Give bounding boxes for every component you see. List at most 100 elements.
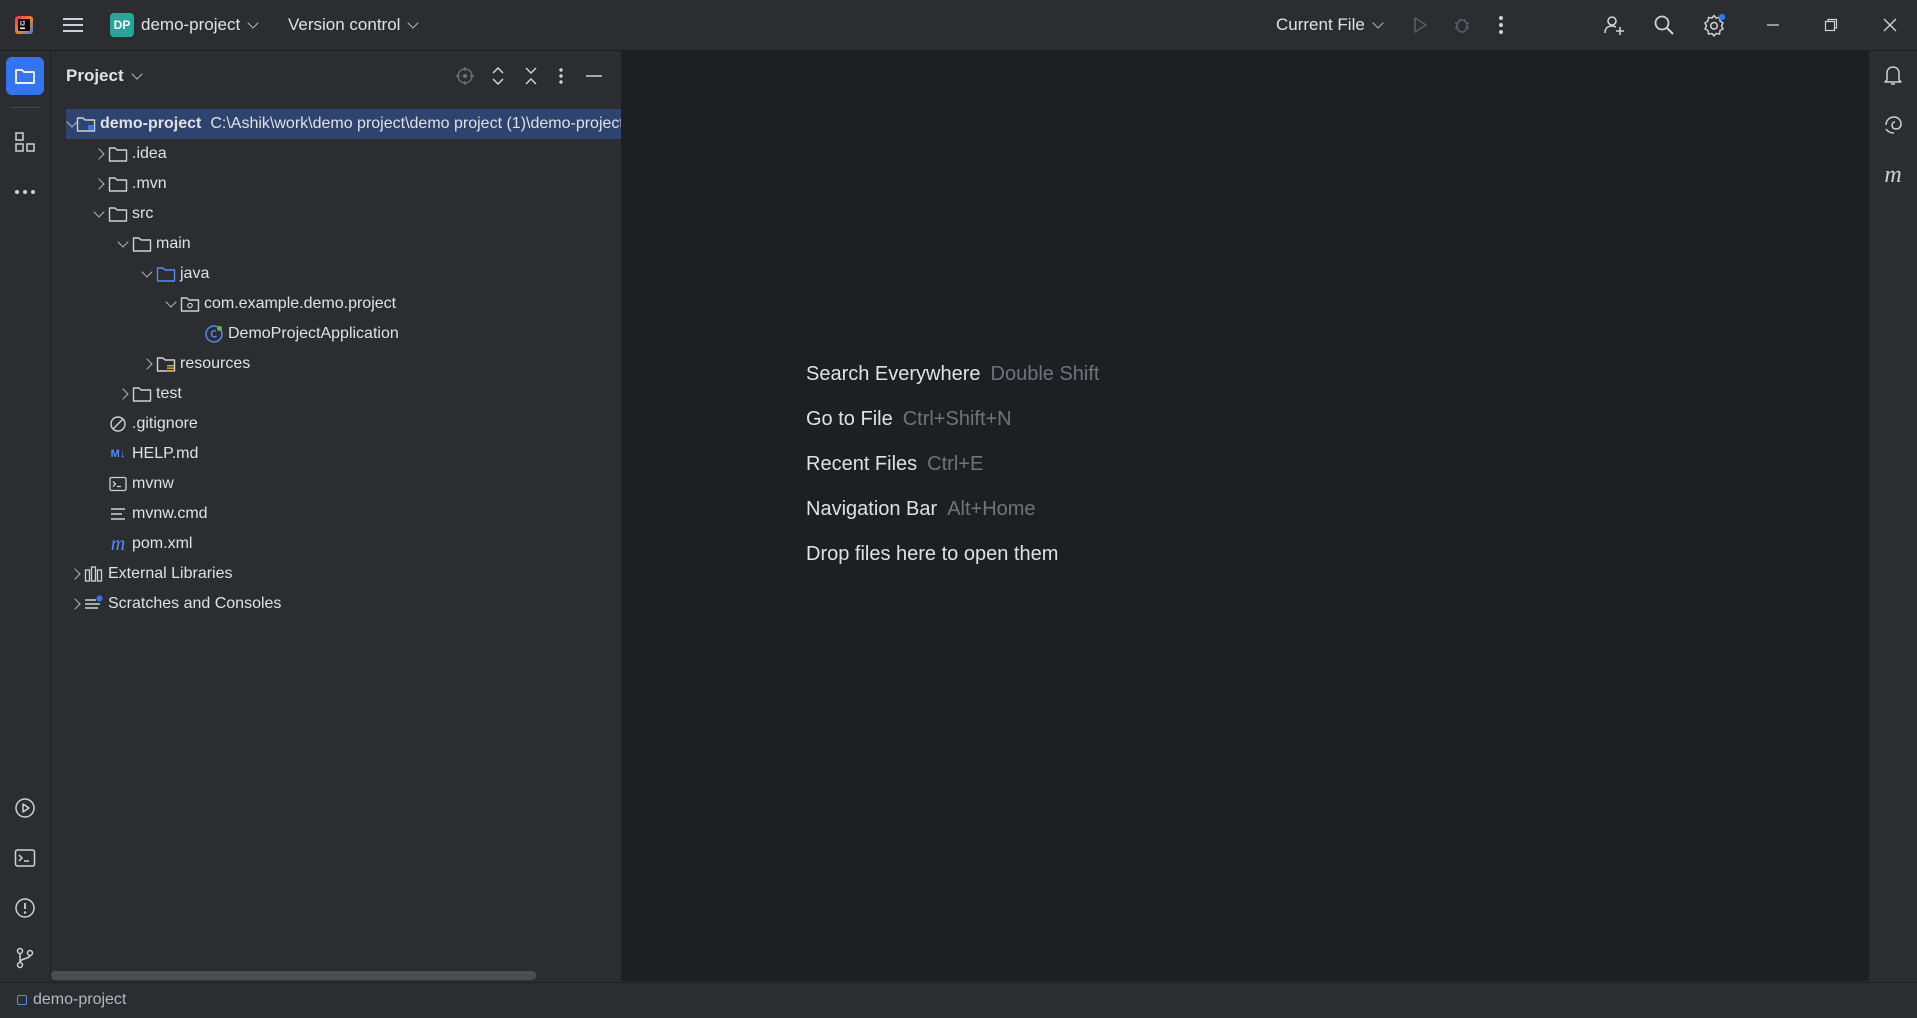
left-tool-window-bar <box>0 51 51 981</box>
tree-item-idea[interactable]: .idea <box>90 139 167 169</box>
tree-item-scratches[interactable]: Scratches and Consoles <box>66 589 281 619</box>
module-folder-icon <box>76 114 96 134</box>
package-icon <box>180 294 200 314</box>
hint-drop-files: Drop files here to open them <box>806 543 1059 565</box>
tree-item-label: External Libraries <box>108 565 233 582</box>
chevron-right-icon <box>69 568 81 580</box>
chevron-down-icon <box>165 296 177 308</box>
project-panel-header: Project <box>51 51 621 101</box>
problems-icon[interactable] <box>12 895 38 921</box>
resources-folder-icon <box>156 354 176 374</box>
status-breadcrumb[interactable]: demo-project <box>17 991 126 1009</box>
hint-go-to-file: Go to File Ctrl+Shift+N <box>806 408 1012 430</box>
tree-item-external-libraries[interactable]: External Libraries <box>66 559 233 589</box>
chevron-right-icon <box>93 148 105 160</box>
tree-item-label: mvnw <box>132 475 174 492</box>
tree-item-java[interactable]: java <box>138 259 209 289</box>
notifications-bell-icon[interactable] <box>1880 62 1906 88</box>
project-selector[interactable]: DP demo-project <box>110 12 259 38</box>
close-window-icon[interactable] <box>1877 12 1903 38</box>
breadcrumb-label: demo-project <box>33 991 127 1008</box>
ai-assistant-icon[interactable] <box>1880 112 1906 138</box>
tree-item-label: demo-project <box>100 115 202 132</box>
settings-gear-icon[interactable] <box>1700 12 1728 38</box>
status-bar: demo-project <box>0 982 1917 1018</box>
chevron-down-icon <box>130 68 143 80</box>
panel-options-icon[interactable] <box>553 65 569 87</box>
tree-item-main[interactable]: main <box>114 229 191 259</box>
project-view-selector[interactable]: Project <box>66 63 143 89</box>
search-icon[interactable] <box>1651 12 1677 38</box>
chevron-right-icon <box>69 598 81 610</box>
tree-item-mvn[interactable]: .mvn <box>90 169 167 199</box>
tree-item-label: .mvn <box>132 175 167 192</box>
more-tool-windows-icon[interactable] <box>12 179 38 205</box>
run-icon[interactable] <box>1408 13 1432 37</box>
chevron-down-icon <box>1372 17 1384 29</box>
run-configuration-selector[interactable]: Current File <box>1276 12 1384 38</box>
chevron-right-icon <box>93 178 105 190</box>
title-bar: IJ DP demo-project Version control Curre… <box>0 0 1917 51</box>
run-config-label: Current File <box>1276 15 1365 34</box>
ignore-file-icon <box>108 414 128 434</box>
restore-window-icon[interactable] <box>1818 12 1844 38</box>
tree-item-demo-project[interactable]: demo-project C:\Ashik\work\demo project\… <box>66 109 621 139</box>
tree-item-help-md[interactable]: M↓ HELP.md <box>90 439 199 469</box>
folder-icon <box>108 204 128 224</box>
tree-item-label: src <box>132 205 154 222</box>
tree-item-pom-xml[interactable]: m pom.xml <box>90 529 193 559</box>
hide-panel-icon[interactable] <box>583 65 605 87</box>
locate-file-icon[interactable] <box>454 65 476 87</box>
tree-item-mvnw[interactable]: mvnw <box>90 469 174 499</box>
services-icon[interactable] <box>12 795 38 821</box>
tree-item-src[interactable]: src <box>90 199 153 229</box>
tree-item-label: pom.xml <box>132 535 193 552</box>
add-user-icon[interactable] <box>1601 12 1627 38</box>
tree-item-resources[interactable]: resources <box>138 349 250 379</box>
tree-item-label: com.example.demo.project <box>204 295 397 312</box>
tree-item-package[interactable]: com.example.demo.project <box>162 289 396 319</box>
project-tool-window-icon[interactable] <box>6 57 44 95</box>
tree-item-test[interactable]: test <box>114 379 182 409</box>
structure-icon[interactable] <box>12 129 38 155</box>
scratches-icon <box>84 594 104 614</box>
debug-icon[interactable] <box>1450 13 1474 37</box>
chevron-right-icon <box>141 358 153 370</box>
hint-recent-files: Recent Files Ctrl+E <box>806 453 984 475</box>
folder-icon <box>132 384 152 404</box>
version-control-menu[interactable]: Version control <box>288 12 420 38</box>
source-folder-icon <box>156 264 176 284</box>
expand-all-icon[interactable] <box>487 65 509 87</box>
tree-item-label: DemoProjectApplication <box>228 325 399 342</box>
terminal-icon[interactable] <box>12 845 38 871</box>
right-tool-window-bar: m <box>1868 51 1917 981</box>
hint-search-everywhere: Search Everywhere Double Shift <box>806 363 1100 385</box>
tree-item-label: Scratches and Consoles <box>108 595 282 612</box>
project-tool-window: Project demo-project C:\Ashik\work\demo … <box>51 51 622 981</box>
tree-item-label: java <box>180 265 210 282</box>
maven-icon: m <box>110 532 126 555</box>
text-file-icon <box>108 504 128 524</box>
folder-icon <box>108 144 128 164</box>
tree-item-label: main <box>156 235 191 252</box>
app-logo-icon[interactable]: IJ <box>14 15 34 35</box>
tree-item-mvnw-cmd[interactable]: mvnw.cmd <box>90 499 208 529</box>
minimize-window-icon[interactable] <box>1760 12 1786 38</box>
main-menu-icon[interactable] <box>60 13 86 37</box>
editor-empty-state: Search Everywhere Double Shift Go to File… <box>622 51 1868 981</box>
collapse-all-icon[interactable] <box>520 65 542 87</box>
markdown-icon: M↓ <box>110 448 126 460</box>
project-name: demo-project <box>141 15 241 34</box>
chevron-down-icon <box>247 17 259 29</box>
tree-item-label: HELP.md <box>132 445 199 462</box>
tree-item-gitignore[interactable]: .gitignore <box>90 409 198 439</box>
more-actions-icon[interactable] <box>1493 13 1509 37</box>
horizontal-scrollbar[interactable] <box>51 971 536 980</box>
tree-item-label: mvnw.cmd <box>132 505 208 522</box>
chevron-down-icon <box>93 206 105 218</box>
toolbar-separator <box>10 107 40 108</box>
maven-tool-window-icon[interactable]: m <box>1880 162 1906 188</box>
folder-icon <box>132 234 152 254</box>
tree-item-demo-project-application[interactable]: DemoProjectApplication <box>186 319 399 349</box>
git-icon[interactable] <box>12 945 38 971</box>
